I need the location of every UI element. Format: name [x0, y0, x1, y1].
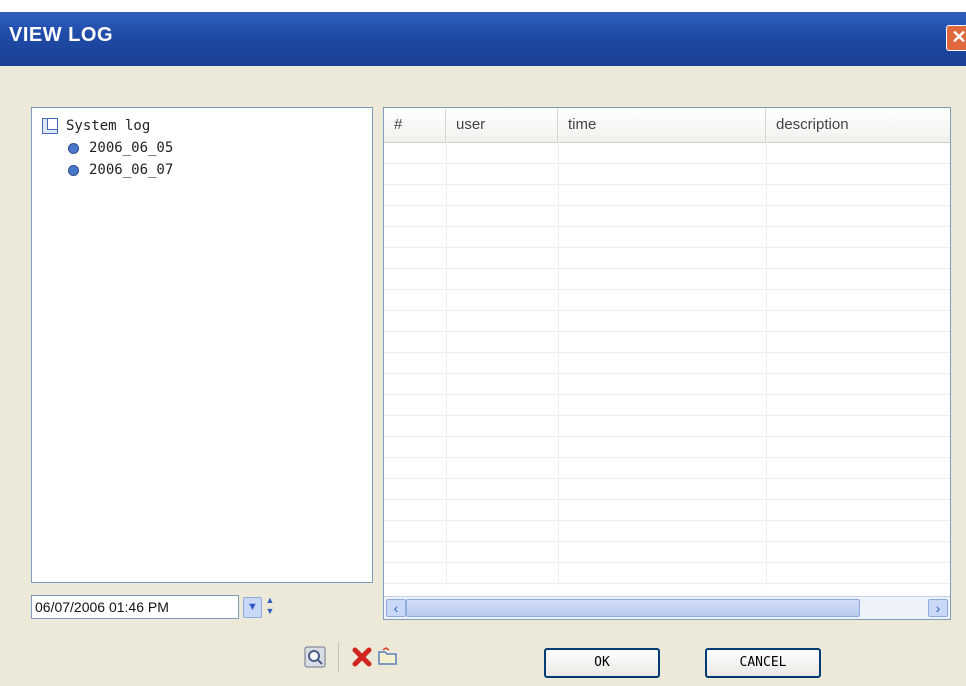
open-folder-icon[interactable] — [376, 645, 400, 669]
delete-icon[interactable] — [350, 645, 374, 669]
tree-item-system-log[interactable]: System log — [42, 116, 150, 136]
table-row[interactable] — [384, 520, 950, 542]
table-row[interactable] — [384, 394, 950, 416]
column-divider — [446, 142, 447, 585]
table-row[interactable] — [384, 289, 950, 311]
table-row[interactable] — [384, 268, 950, 290]
table-row[interactable] — [384, 247, 950, 269]
window-title: VIEW LOG — [9, 24, 113, 46]
table-row[interactable] — [384, 457, 950, 479]
cancel-button[interactable]: CANCEL — [705, 648, 821, 678]
column-header-number[interactable]: # — [384, 108, 446, 142]
log-file-icon — [68, 164, 79, 176]
chevron-down-icon[interactable]: ▼ — [243, 597, 262, 618]
table-row[interactable] — [384, 541, 950, 563]
column-header-time[interactable]: time — [558, 108, 766, 142]
scroll-thumb[interactable] — [406, 599, 860, 617]
log-file-icon — [68, 142, 79, 154]
column-divider — [766, 142, 767, 585]
horizontal-scrollbar[interactable]: ‹ › — [384, 596, 950, 619]
column-divider — [558, 142, 559, 585]
view-log-window: VIEW LOG ✕ System log 2006_06_05 2006_06… — [0, 12, 966, 686]
table-row[interactable] — [384, 142, 950, 164]
tree-item-label: 2006_06_05 — [89, 140, 174, 156]
toolbar-separator — [338, 642, 339, 672]
spin-up-icon[interactable]: ▲ — [264, 595, 276, 606]
table-row[interactable] — [384, 163, 950, 185]
column-header-user[interactable]: user — [446, 108, 558, 142]
scroll-left-icon[interactable]: ‹ — [386, 599, 406, 617]
table-row[interactable] — [384, 331, 950, 353]
spin-down-icon[interactable]: ▼ — [264, 606, 276, 617]
log-root-icon — [42, 118, 58, 134]
table-row[interactable] — [384, 352, 950, 374]
spin-control[interactable]: ▲ ▼ — [264, 595, 276, 619]
column-header-description[interactable]: description — [766, 108, 950, 142]
log-tree[interactable]: System log 2006_06_05 2006_06_07 — [31, 107, 373, 583]
table-row[interactable] — [384, 478, 950, 500]
table-row[interactable] — [384, 436, 950, 458]
tree-item-2006-06-07[interactable]: 2006_06_07 — [68, 160, 173, 180]
table-row[interactable] — [384, 373, 950, 395]
tree-item-label: 2006_06_07 — [89, 162, 174, 178]
table-row[interactable] — [384, 226, 950, 248]
table-row[interactable] — [384, 499, 950, 521]
tree-item-2006-06-05[interactable]: 2006_06_05 — [68, 138, 173, 158]
close-button[interactable]: ✕ — [946, 25, 966, 51]
tree-root-label: System log — [66, 118, 151, 134]
table-row[interactable] — [384, 205, 950, 227]
table-row[interactable] — [384, 562, 950, 584]
table-row[interactable] — [384, 310, 950, 332]
date-time-field[interactable]: 06/07/2006 01:46 PM — [31, 595, 239, 619]
table-header: # user time description — [384, 108, 950, 143]
ok-button[interactable]: OK — [544, 648, 660, 678]
title-bar[interactable]: VIEW LOG ✕ — [0, 12, 966, 66]
table-row[interactable] — [384, 184, 950, 206]
close-icon: ✕ — [951, 27, 966, 47]
log-table[interactable]: # user time description ‹ › — [383, 107, 951, 620]
table-row[interactable] — [384, 415, 950, 437]
scroll-right-icon[interactable]: › — [928, 599, 948, 617]
view-icon[interactable] — [303, 645, 327, 669]
